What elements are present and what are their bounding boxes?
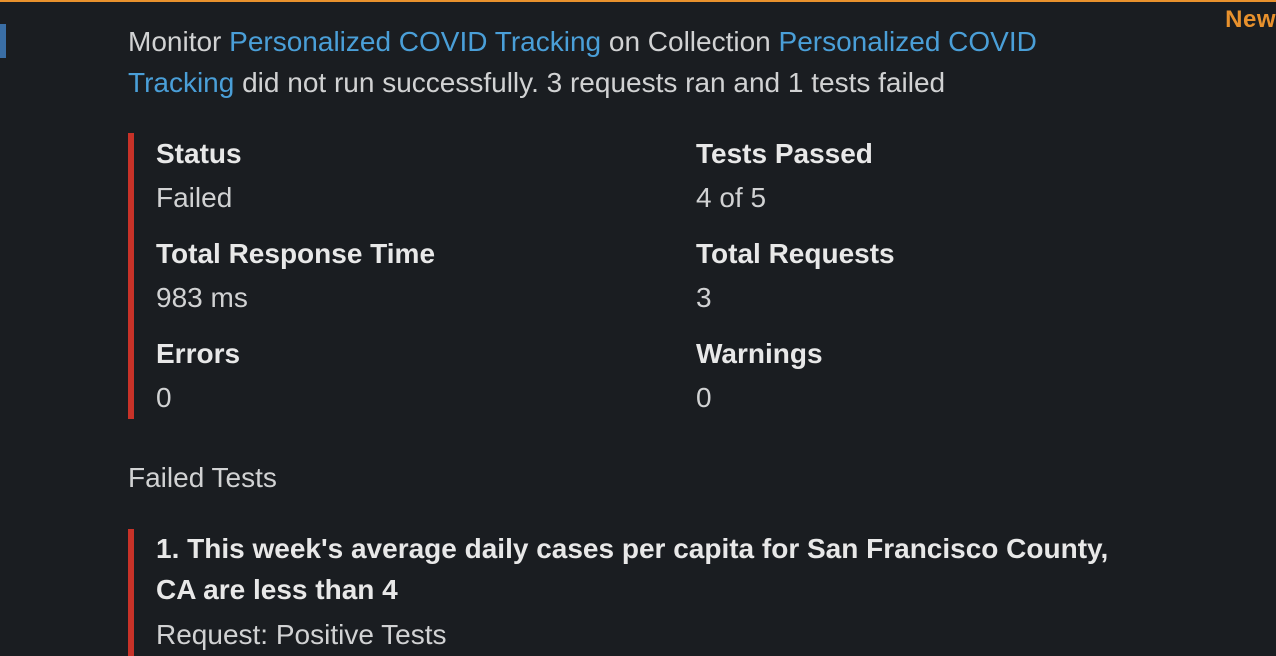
stats-block: Status Failed Tests Passed 4 of 5 Total … (128, 133, 1148, 419)
stat-status-label: Status (156, 133, 696, 175)
stat-response-time-label: Total Response Time (156, 233, 696, 275)
stat-tests-passed-value: 4 of 5 (696, 177, 1148, 219)
new-badge: New (1225, 2, 1276, 38)
stat-total-requests-value: 3 (696, 277, 1148, 319)
stat-response-time: Total Response Time 983 ms (156, 233, 696, 319)
stat-total-requests-label: Total Requests (696, 233, 1148, 275)
failed-test-item: 1. This week's average daily cases per c… (128, 529, 1148, 656)
stat-warnings-label: Warnings (696, 333, 1148, 375)
stat-tests-passed-label: Tests Passed (696, 133, 1148, 175)
stat-total-requests: Total Requests 3 (696, 233, 1148, 319)
intro-prefix: Monitor (128, 26, 229, 57)
failed-test-title: 1. This week's average daily cases per c… (156, 529, 1148, 610)
failed-tests-heading: Failed Tests (128, 457, 1148, 499)
stat-errors-label: Errors (156, 333, 696, 375)
intro-text: Monitor Personalized COVID Tracking on C… (128, 22, 1148, 103)
failed-test-request: Request: Positive Tests (156, 614, 1148, 656)
stat-status-value: Failed (156, 177, 696, 219)
stat-response-time-value: 983 ms (156, 277, 696, 319)
stat-warnings-value: 0 (696, 377, 1148, 419)
stat-status: Status Failed (156, 133, 696, 219)
top-divider (0, 0, 1276, 2)
stats-grid: Status Failed Tests Passed 4 of 5 Total … (156, 133, 1148, 419)
intro-suffix: did not run successfully. 3 requests ran… (234, 67, 945, 98)
intro-middle: on Collection (601, 26, 778, 57)
message-content: Monitor Personalized COVID Tracking on C… (0, 0, 1276, 656)
stat-errors: Errors 0 (156, 333, 696, 419)
unread-indicator (0, 24, 6, 58)
stat-warnings: Warnings 0 (696, 333, 1148, 419)
stat-tests-passed: Tests Passed 4 of 5 (696, 133, 1148, 219)
monitor-link[interactable]: Personalized COVID Tracking (229, 26, 601, 57)
stat-errors-value: 0 (156, 377, 696, 419)
